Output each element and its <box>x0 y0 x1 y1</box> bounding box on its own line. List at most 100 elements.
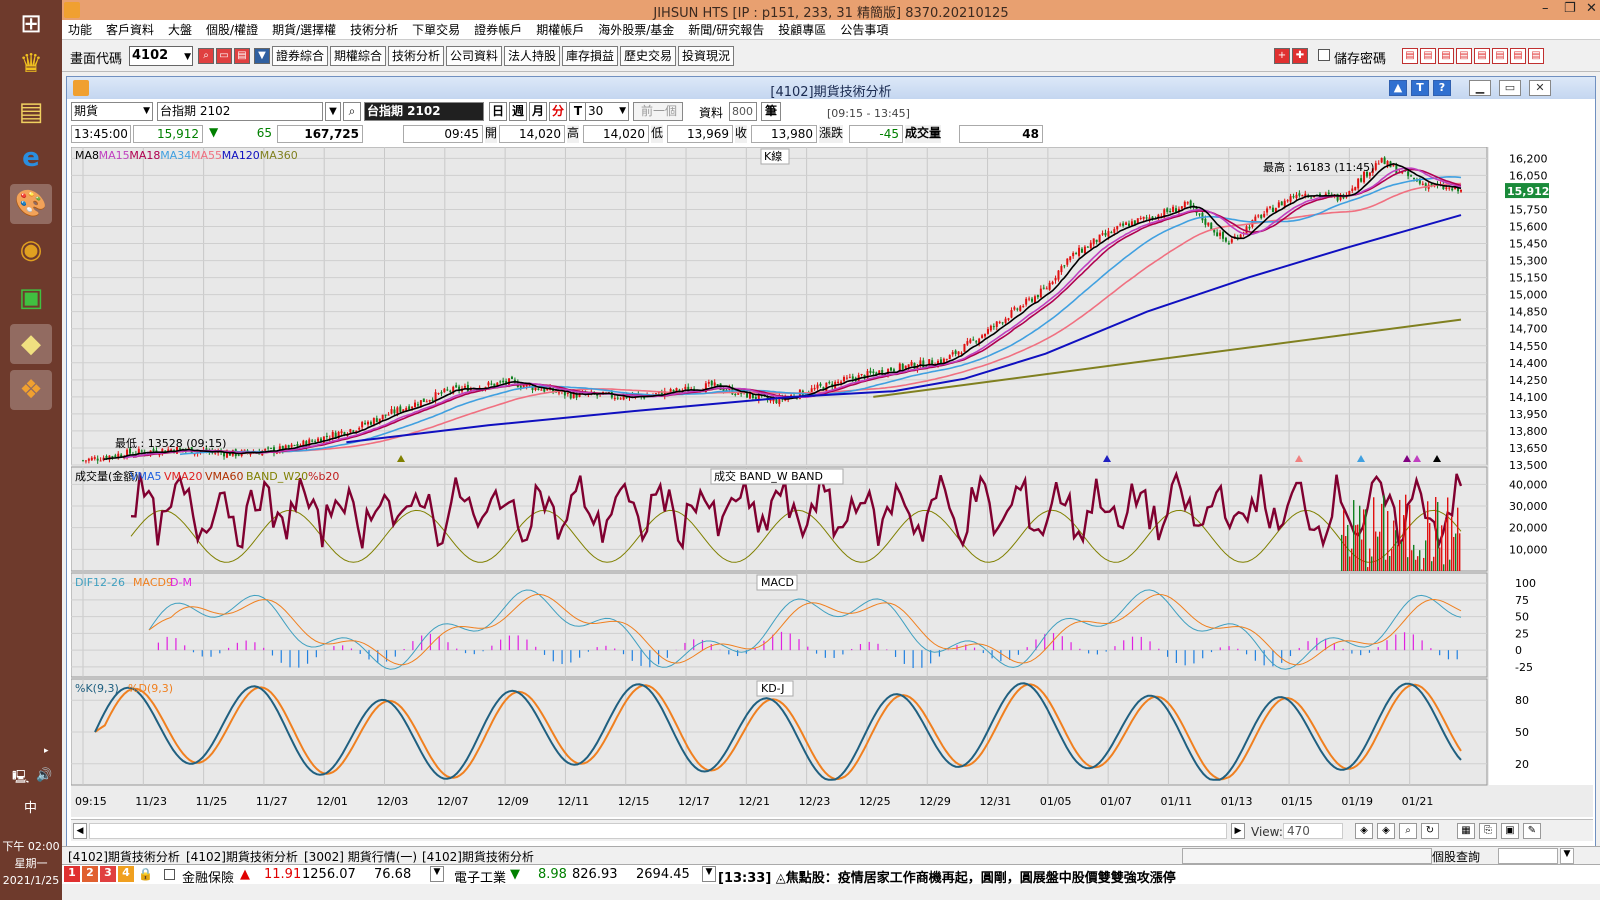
page-1-button[interactable]: 1 <box>64 866 80 882</box>
page-4-button[interactable]: 4 <box>118 866 134 882</box>
menu-item-9[interactable]: 海外股票/基金 <box>598 21 674 38</box>
help-icon[interactable]: ? <box>1433 80 1451 96</box>
page-2-button[interactable]: 2 <box>82 866 98 882</box>
toolbar-btn-2[interactable]: 技術分析 <box>388 46 444 66</box>
chart-tool-icon-1[interactable]: ◈ <box>1377 823 1395 839</box>
menu-item-4[interactable]: 期貨/選擇權 <box>272 21 336 38</box>
chart-tool-icon-7[interactable]: ✎ <box>1523 823 1541 839</box>
chart-area[interactable]: 09:15 11/23 11/25 11/27 12/01 12/03 12/07 12/09… <box>71 147 1593 817</box>
chart-tool-icon-0[interactable]: ◈ <box>1355 823 1373 839</box>
tool-icon-2[interactable]: ▤ <box>1438 48 1454 64</box>
scroll-left-icon[interactable]: ◀ <box>73 823 87 839</box>
ticker-checkbox[interactable] <box>164 869 175 880</box>
period-btn-0[interactable]: 日 <box>489 102 507 121</box>
chrome-icon[interactable]: ◉ <box>10 230 52 270</box>
toolbar-btn-6[interactable]: 歷史交易 <box>620 46 676 66</box>
lock-icon[interactable]: 🔒 <box>138 867 153 881</box>
text-t-icon[interactable]: T <box>1411 80 1429 96</box>
tray-expand-icon[interactable]: ▸ <box>44 746 49 756</box>
minimize-icon[interactable]: – <box>1542 1 1549 16</box>
volume-icon[interactable]: 🔊 <box>36 768 52 783</box>
stock-query-input[interactable] <box>1498 848 1558 864</box>
scroll-right-icon[interactable]: ▶ <box>1231 823 1245 839</box>
toolbar-btn-0[interactable]: 證券綜合 <box>272 46 328 66</box>
symbol-search-icon[interactable]: ⌕ <box>343 102 361 121</box>
menu-item-2[interactable]: 大盤 <box>168 21 192 38</box>
toolbar-btn-4[interactable]: 法人持股 <box>504 46 560 66</box>
toolbar-btn-3[interactable]: 公司資料 <box>446 46 502 66</box>
child-close-icon[interactable]: ✕ <box>1529 80 1551 96</box>
period-btn-1[interactable]: 週 <box>509 102 527 121</box>
chevron-down-icon[interactable]: ▼ <box>702 866 716 882</box>
data-unit-button[interactable]: 筆 <box>761 102 781 121</box>
menu-item-5[interactable]: 技術分析 <box>350 21 398 38</box>
dropdown-blue-icon[interactable]: ▼ <box>254 48 270 64</box>
period-btn-2[interactable]: 月 <box>529 102 547 121</box>
plus-red-icon[interactable]: + <box>1274 48 1290 64</box>
chart-tool-icon-2[interactable]: ⌕ <box>1399 823 1417 839</box>
close-icon[interactable]: ✕ <box>1586 1 1597 16</box>
search-red-icon[interactable]: ⌕ <box>198 48 214 64</box>
chart-tool-icon-4[interactable]: ▦ <box>1457 823 1475 839</box>
chevron-down-icon[interactable]: ▼ <box>1560 848 1574 864</box>
windows-start-icon[interactable]: ⊞ <box>10 4 52 44</box>
screen-code-input[interactable]: 4102 ▼ <box>129 46 193 66</box>
menu-item-12[interactable]: 公告事項 <box>840 21 888 38</box>
arrow-up-icon[interactable]: ▲ <box>1389 80 1407 96</box>
menu-item-0[interactable]: 功能 <box>68 21 92 38</box>
period-btn-3[interactable]: 分 <box>549 102 567 121</box>
toolbar-btn-5[interactable]: 庫存損益 <box>562 46 618 66</box>
menu-item-1[interactable]: 客戶資料 <box>106 21 154 38</box>
menu-item-6[interactable]: 下單交易 <box>412 21 460 38</box>
data-count-input[interactable]: 800 <box>729 102 757 121</box>
print-red-icon[interactable]: ▤ <box>234 48 250 64</box>
tab-0[interactable]: [4102]期貨技術分析 <box>68 848 180 865</box>
menu-item-8[interactable]: 期權帳戶 <box>536 21 584 38</box>
toolbar-btn-1[interactable]: 期權綜合 <box>330 46 386 66</box>
file-explorer-icon[interactable]: ▤ <box>10 92 52 132</box>
toolbar-btn-7[interactable]: 投資現況 <box>678 46 734 66</box>
tool-icon-5[interactable]: ▤ <box>1492 48 1508 64</box>
crown-app-icon[interactable]: ♛ <box>10 44 52 84</box>
child-restore-icon[interactable]: ▭ <box>1499 80 1521 96</box>
network-icon[interactable]: 🖳 <box>12 768 29 790</box>
window-red-icon[interactable]: ▭ <box>216 48 232 64</box>
internet-explorer-icon[interactable]: e <box>10 138 52 178</box>
tool-icon-6[interactable]: ▤ <box>1510 48 1526 64</box>
technical-chart-svg[interactable]: 09:15 11/23 11/25 11/27 12/01 12/03 12/07 12/09… <box>71 147 1593 817</box>
horizontal-scrollbar[interactable] <box>89 823 1227 839</box>
ime-indicator[interactable]: 中 <box>24 797 37 816</box>
minute-select[interactable]: 30 ▼ <box>585 102 629 121</box>
market-type-select[interactable]: 期貨 ▼ <box>71 102 153 121</box>
news-headline[interactable]: [13:33] ◬焦點股：疫情居家工作商機再起，圓剛，圓展盤中股價雙雙強攻漲停 <box>718 867 1176 886</box>
prev-symbol-button[interactable]: 前一個 <box>633 102 683 121</box>
tool-icon-4[interactable]: ▤ <box>1474 48 1490 64</box>
chart-tool-icon-6[interactable]: ▣ <box>1501 823 1519 839</box>
chart-tool-icon-3[interactable]: ↻ <box>1421 823 1439 839</box>
tool-icon-0[interactable]: ▤ <box>1402 48 1418 64</box>
menu-item-3[interactable]: 個股/權證 <box>206 21 258 38</box>
menu-item-10[interactable]: 新聞/研究報告 <box>688 21 764 38</box>
chevron-down-icon[interactable]: ▼ <box>430 866 444 882</box>
tab-1[interactable]: [4102]期貨技術分析 <box>186 848 298 865</box>
chart-tool-icon-5[interactable]: ⎘ <box>1479 823 1497 839</box>
page-3-button[interactable]: 3 <box>100 866 116 882</box>
view-value[interactable]: 470 <box>1283 823 1343 839</box>
menu-item-11[interactable]: 投顧專區 <box>778 21 826 38</box>
cross-red-icon[interactable]: ✚ <box>1292 48 1308 64</box>
notes-app-icon[interactable]: ◆ <box>10 324 52 364</box>
save-password-checkbox[interactable] <box>1318 49 1330 61</box>
taskbar-clock[interactable]: 下午 02:00 星期一 2021/1/25 <box>0 838 62 889</box>
tool-icon-3[interactable]: ▤ <box>1456 48 1472 64</box>
symbol-dropdown-icon[interactable]: ▼ <box>325 102 341 121</box>
child-minimize-icon[interactable]: ▁ <box>1469 80 1491 96</box>
tab-3[interactable]: [4102]期貨技術分析 <box>422 848 534 865</box>
line-app-icon[interactable]: ▣ <box>10 278 52 318</box>
symbol-select[interactable]: 台指期 2102 <box>157 102 323 121</box>
jihsun-app-icon[interactable]: ❖ <box>10 370 52 410</box>
menu-item-7[interactable]: 證券帳戶 <box>474 21 522 38</box>
tab-2[interactable]: [3002] 期貨行情(一) <box>304 848 417 865</box>
paint-app-icon[interactable]: 🎨 <box>10 184 52 224</box>
restore-icon[interactable]: ❐ <box>1564 1 1576 16</box>
tool-icon-1[interactable]: ▤ <box>1420 48 1436 64</box>
